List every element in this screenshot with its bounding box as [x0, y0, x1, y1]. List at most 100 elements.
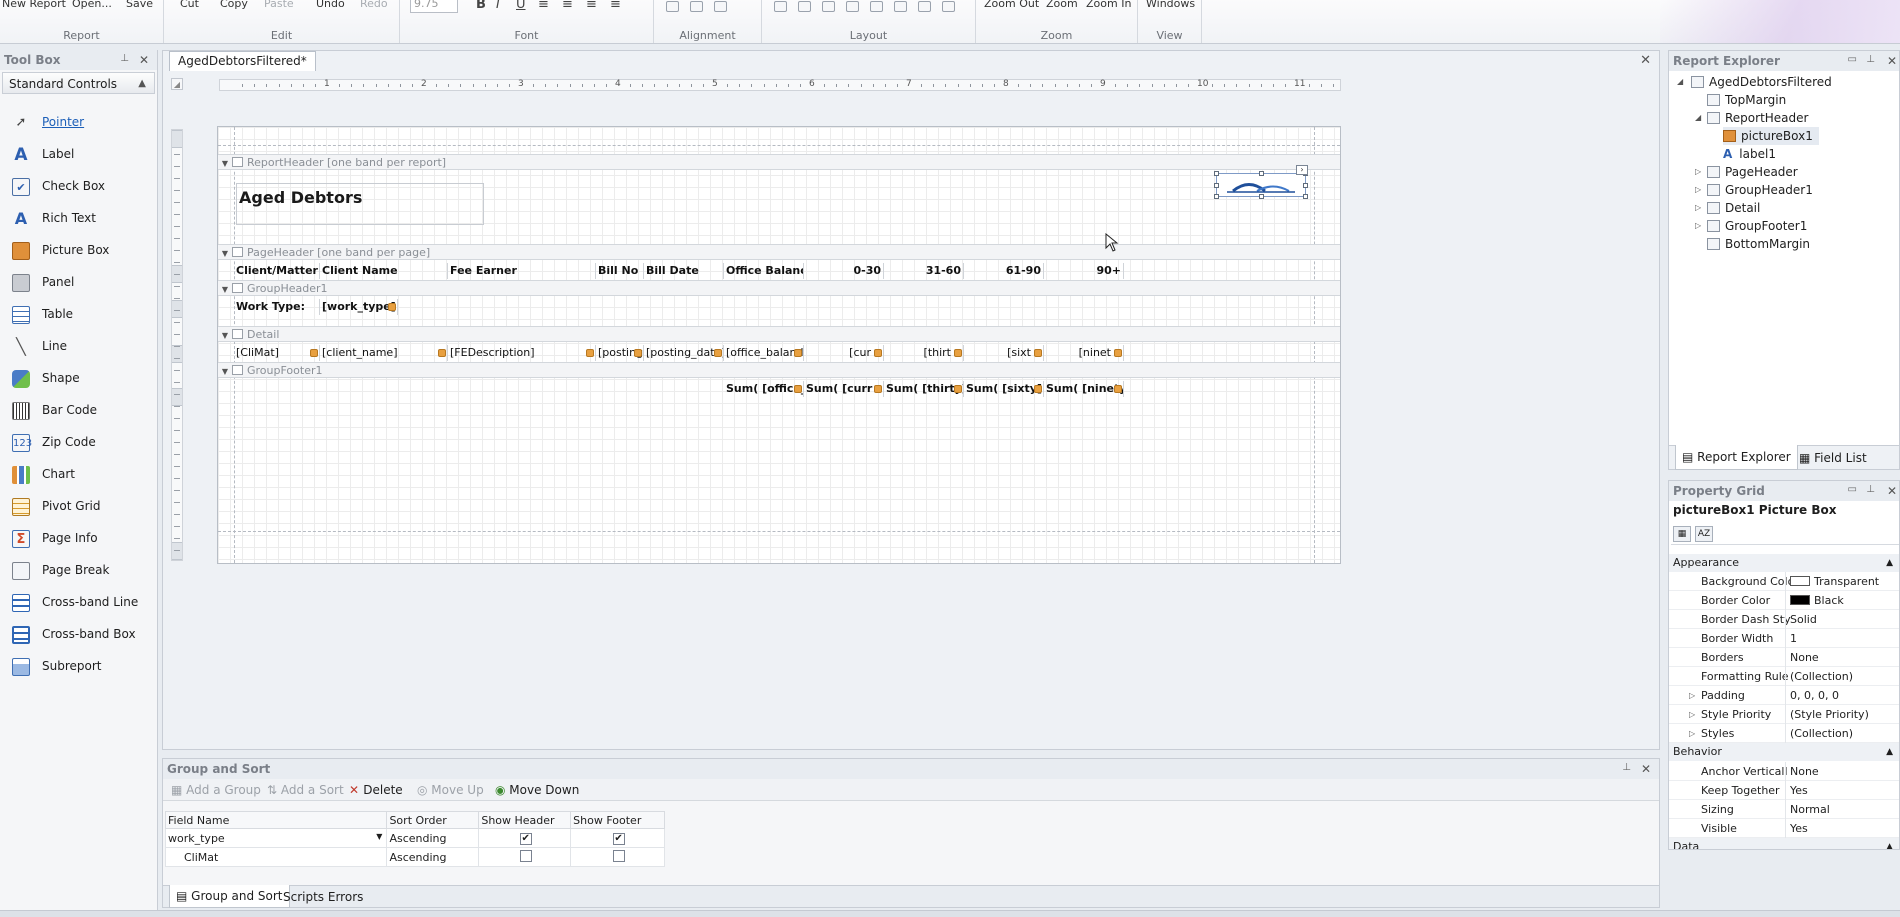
property-value[interactable]: Transparent — [1785, 572, 1897, 591]
footer-sum-cell[interactable]: Sum( [office_b — [724, 381, 804, 397]
close-icon[interactable]: ✕ — [1641, 762, 1651, 776]
paste-button[interactable]: Paste — [264, 0, 294, 10]
sort-order-cell[interactable]: Ascending — [386, 828, 480, 848]
show-header-checkbox[interactable] — [519, 849, 532, 862]
header-cell[interactable]: 31-60 — [884, 263, 964, 279]
tool-picture-box[interactable]: Picture Box — [12, 239, 152, 261]
expand-arrow-icon[interactable]: ▷ — [1695, 167, 1701, 176]
detail-cell[interactable]: [ninet — [1044, 345, 1124, 361]
tool-pivot-grid[interactable]: Pivot Grid — [12, 495, 152, 517]
windows-button[interactable]: Windows — [1146, 0, 1195, 10]
header-cell[interactable]: 90+ — [1044, 263, 1124, 279]
vertical-spacing-icon[interactable] — [846, 1, 859, 12]
table-row[interactable]: work_type ▼ Ascending ✔ ✔ — [164, 828, 665, 848]
tool-page-break[interactable]: Page Break — [12, 559, 152, 581]
selected-object[interactable]: pictureBox1 Picture Box — [1673, 503, 1836, 517]
header-cell[interactable]: Fee Earner — [448, 263, 596, 279]
property-value[interactable]: 1 — [1785, 629, 1897, 648]
header-cell[interactable]: Office Balance — [724, 263, 804, 279]
move-down-button[interactable]: ◉ Move Down — [495, 779, 579, 801]
category-behavior[interactable]: Behavior ▲ — [1669, 743, 1899, 761]
collapse-icon[interactable]: ▼ — [218, 156, 232, 172]
detail-cell[interactable]: [posting_date] — [644, 345, 724, 361]
header-cell[interactable]: 61-90 — [964, 263, 1044, 279]
resize-handle[interactable] — [1259, 171, 1264, 176]
tab-group-and-sort[interactable]: ▤ Group and Sort — [169, 885, 290, 908]
property-value[interactable]: Normal — [1785, 800, 1897, 819]
property-row[interactable]: Formatting Rule (Collection) — [1669, 667, 1899, 686]
font-size-input[interactable]: 9.75 — [410, 0, 458, 13]
pin-icon[interactable]: ⊥ — [1622, 762, 1631, 773]
tool-check-box[interactable]: ✔ Check Box — [12, 175, 152, 197]
document-tab[interactable]: AgedDebtorsFiltered* — [169, 51, 316, 71]
band-grip[interactable] — [172, 345, 182, 363]
tree-node-detail[interactable]: Detail — [1707, 199, 1760, 217]
close-icon[interactable]: ✕ — [139, 53, 149, 67]
collapse-icon[interactable]: ▼ — [218, 282, 232, 298]
bring-to-front-icon[interactable] — [918, 1, 931, 12]
tool-pointer[interactable]: ➚ Pointer — [12, 111, 152, 133]
align-left-icon[interactable]: ≡ — [538, 0, 549, 12]
property-value[interactable]: 0, 0, 0, 0 — [1785, 686, 1897, 705]
bold-icon[interactable]: B — [476, 0, 486, 12]
property-row[interactable]: Border Dash Sty Solid — [1669, 610, 1899, 629]
property-row[interactable]: Background Colo Transparent — [1669, 572, 1899, 591]
header-cell[interactable]: Client Name — [320, 263, 448, 279]
collapse-arrow-icon[interactable]: ◢ — [1677, 77, 1683, 86]
align-centers-icon[interactable] — [714, 1, 727, 12]
align-lefts-icon[interactable] — [690, 1, 703, 12]
delete-button[interactable]: ✕ Delete — [349, 779, 403, 801]
tree-node-label[interactable]: Alabel1 — [1723, 145, 1776, 163]
close-document-icon[interactable]: ✕ — [1640, 53, 1651, 68]
tool-bar-code[interactable]: Bar Code — [12, 399, 152, 421]
show-footer-checkbox[interactable]: ✔ — [612, 833, 625, 845]
band-report-header[interactable]: ▼ ReportHeader [one band per report] — [218, 154, 1340, 170]
tree-node-report[interactable]: AgedDebtorsFiltered — [1691, 73, 1832, 91]
property-row[interactable]: Anchor Verticall None — [1669, 762, 1899, 781]
category-appearance[interactable]: Appearance ▲ — [1669, 554, 1899, 572]
align-to-grid-icon[interactable] — [666, 1, 679, 12]
header-cell[interactable]: 0-30 — [804, 263, 884, 279]
footer-sum-cell[interactable]: Sum( [thirty] — [884, 381, 964, 397]
band-group-footer[interactable]: ▼ GroupFooter1 — [218, 362, 1340, 378]
expand-arrow-icon[interactable]: ▷ — [1695, 221, 1701, 230]
undo-button[interactable]: Undo — [316, 0, 345, 10]
table-row[interactable]: CliMat Ascending — [164, 847, 665, 867]
show-footer-checkbox[interactable] — [612, 849, 625, 862]
property-value[interactable]: Black — [1785, 591, 1897, 610]
copy-button[interactable]: Copy — [220, 0, 248, 10]
open-button[interactable]: Open... — [72, 0, 112, 10]
pin-icon[interactable]: ⊥ — [1866, 484, 1875, 495]
resize-handle[interactable] — [1214, 194, 1219, 199]
property-value[interactable]: (Collection) — [1785, 667, 1897, 686]
expand-arrow-icon[interactable]: ▷ — [1695, 203, 1701, 212]
band-grip[interactable] — [172, 300, 182, 318]
report-title-label[interactable]: Aged Debtors — [236, 183, 484, 225]
tool-chart[interactable]: Chart — [12, 463, 152, 485]
category-data[interactable]: Data ▲ — [1669, 838, 1899, 849]
property-value[interactable]: Yes — [1785, 781, 1897, 800]
property-value[interactable]: None — [1785, 762, 1897, 781]
tab-report-explorer[interactable]: ▤ Report Explorer — [1675, 445, 1798, 470]
column-header[interactable]: Sort Order — [386, 811, 480, 829]
expand-icon[interactable]: ▷ — [1689, 724, 1695, 743]
header-cell[interactable]: Bill No — [596, 263, 644, 279]
new-report-button[interactable]: New Report — [2, 0, 66, 10]
tab-scripts-errors[interactable]: Scripts Errors — [277, 886, 369, 908]
tool-zip-code[interactable]: 123 Zip Code — [12, 431, 152, 453]
send-to-back-icon[interactable] — [942, 1, 955, 12]
pin-icon[interactable]: ⊥ — [120, 53, 129, 64]
expand-arrow-icon[interactable]: ▷ — [1695, 185, 1701, 194]
band-group-header[interactable]: ▼ GroupHeader1 — [218, 280, 1340, 296]
zoom-in-button[interactable]: Zoom In — [1086, 0, 1131, 10]
detail-cell[interactable]: [CliMat] — [234, 345, 320, 361]
column-header[interactable]: Field Name — [164, 811, 388, 829]
add-group-button[interactable]: ▦ Add a Group — [171, 779, 261, 801]
zoom-button[interactable]: Zoom — [1046, 0, 1078, 10]
tool-label[interactable]: A Label — [12, 143, 152, 165]
alphabetical-icon[interactable]: AZ — [1695, 526, 1713, 542]
tree-node-bottom-margin[interactable]: BottomMargin — [1707, 235, 1810, 253]
band-grip[interactable] — [172, 388, 182, 406]
detail-cell[interactable]: [thirt — [884, 345, 964, 361]
band-detail[interactable]: ▼ Detail — [218, 326, 1340, 342]
